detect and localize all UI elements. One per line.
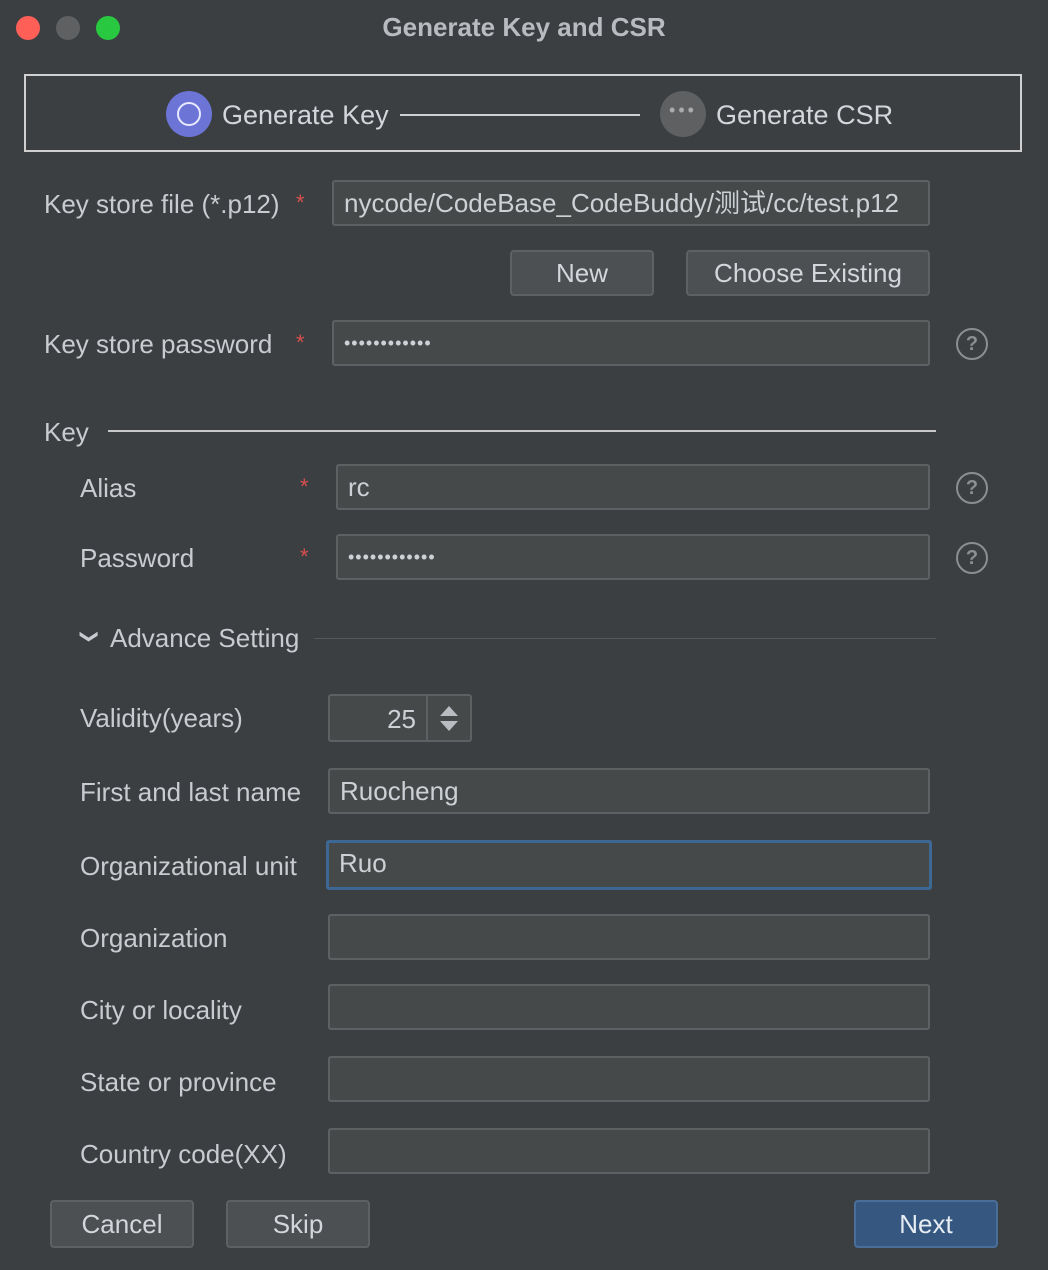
required-asterisk: * — [300, 544, 309, 569]
required-asterisk: * — [296, 190, 305, 215]
choose-existing-button[interactable]: Choose Existing — [686, 250, 930, 296]
ellipsis-icon: ••• — [660, 91, 706, 137]
dialog-window: Generate Key and CSR Generate Key ••• Ge… — [0, 0, 1048, 1270]
alias-field[interactable]: rc — [336, 464, 930, 510]
required-asterisk: * — [300, 474, 309, 499]
advance-setting-toggle[interactable]: Advance Setting — [110, 623, 299, 654]
org-unit-field[interactable]: Ruo — [326, 840, 932, 890]
step-connector — [400, 114, 640, 116]
required-asterisk: * — [296, 330, 305, 355]
key-section-divider — [108, 430, 936, 432]
advance-section-divider — [314, 638, 936, 639]
country-field[interactable] — [328, 1128, 930, 1174]
skip-button[interactable]: Skip — [226, 1200, 370, 1248]
decrement-arrow-icon[interactable] — [440, 721, 458, 731]
step-indicator: Generate Key ••• Generate CSR — [24, 74, 1022, 152]
organization-field[interactable] — [328, 914, 930, 960]
city-label: City or locality — [80, 995, 242, 1025]
validity-stepper[interactable]: 25 — [328, 694, 472, 742]
keystore-password-label: Key store password — [44, 329, 273, 359]
key-password-label: Password — [80, 543, 195, 573]
city-field[interactable] — [328, 984, 930, 1030]
help-icon[interactable]: ? — [956, 328, 988, 360]
key-password-field[interactable]: •••••••••••• — [336, 534, 930, 580]
state-label: State or province — [80, 1067, 277, 1097]
name-label: First and last name — [80, 777, 302, 807]
keystore-password-field[interactable]: •••••••••••• — [332, 320, 930, 366]
window-title: Generate Key and CSR — [382, 12, 666, 42]
key-section-label: Key — [44, 417, 89, 447]
title-bar: Generate Key and CSR — [0, 0, 1048, 56]
increment-arrow-icon[interactable] — [440, 706, 458, 716]
country-label: Country code(XX) — [80, 1139, 287, 1169]
next-button[interactable]: Next — [854, 1200, 998, 1248]
cancel-button[interactable]: Cancel — [50, 1200, 194, 1248]
new-keystore-button[interactable]: New — [510, 250, 654, 296]
keystore-file-field[interactable]: nycode/CodeBase_CodeBuddy/测试/cc/test.p12 — [332, 180, 930, 226]
keystore-file-label: Key store file (*.p12) — [44, 189, 280, 219]
organization-label: Organization — [80, 923, 228, 953]
chevron-down-icon[interactable]: ❯ — [79, 629, 100, 644]
help-icon[interactable]: ? — [956, 542, 988, 574]
validity-label: Validity(years) — [80, 703, 243, 733]
help-icon[interactable]: ? — [956, 472, 988, 504]
state-field[interactable] — [328, 1056, 930, 1102]
circle-progress-icon — [166, 91, 212, 137]
alias-label: Alias — [80, 473, 137, 503]
org-unit-label: Organizational unit — [80, 851, 297, 881]
step-generate-key-label: Generate Key — [222, 100, 389, 130]
step-generate-csr-label: Generate CSR — [716, 100, 894, 130]
validity-value[interactable]: 25 — [387, 704, 416, 735]
name-field[interactable]: Ruocheng — [328, 768, 930, 814]
